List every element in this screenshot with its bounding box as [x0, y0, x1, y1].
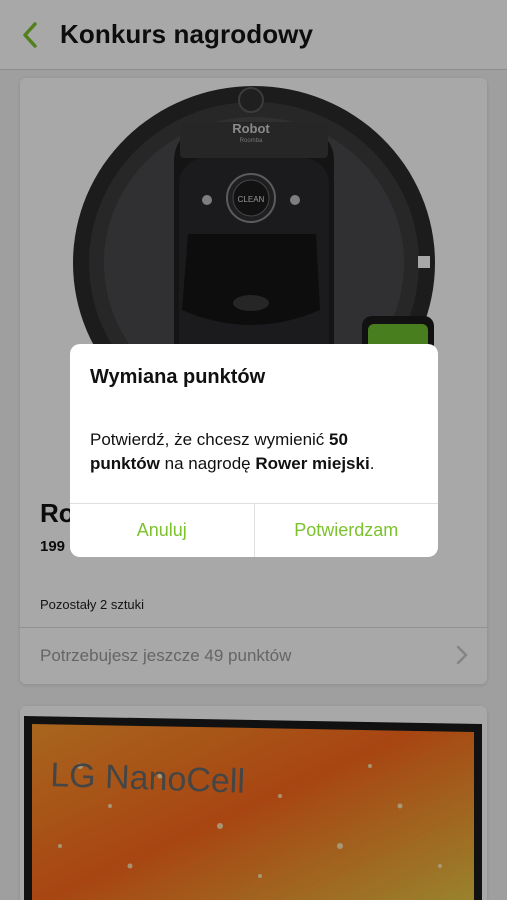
- dialog-message-middle: na nagrodę: [159, 454, 256, 473]
- dialog-actions: Anuluj Potwierdzam: [70, 503, 438, 557]
- dialog-title: Wymiana punktów: [90, 366, 266, 388]
- dialog-message-reward: Rower miejski: [255, 454, 370, 473]
- exchange-points-dialog: Wymiana punktów Potwierdź, że chcesz wym…: [70, 344, 438, 557]
- confirm-button[interactable]: Potwierdzam: [253, 504, 439, 557]
- dialog-message-suffix: .: [369, 454, 375, 473]
- dialog-message: Potwierdź, że chcesz wymienić 50 punktów…: [90, 428, 420, 476]
- cancel-button[interactable]: Anuluj: [70, 504, 254, 557]
- dialog-message-prefix: Potwierdź, że chcesz wymienić: [90, 430, 330, 449]
